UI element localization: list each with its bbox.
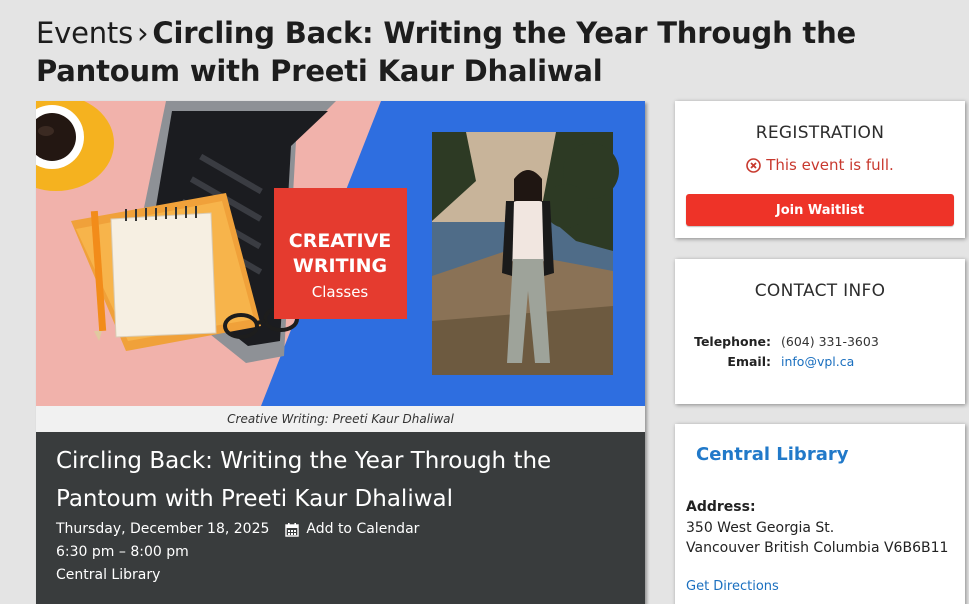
breadcrumb-separator: › (137, 16, 149, 50)
add-to-calendar-link[interactable]: Add to Calendar (285, 518, 419, 541)
telephone-value: (604) 331-3603 (781, 334, 879, 349)
event-full-status: This event is full. (675, 156, 965, 174)
hero-illustration: CREATIVE WRITING Classes (36, 101, 645, 406)
add-to-calendar-label: Add to Calendar (306, 521, 420, 537)
event-date-row: Thursday, December 18, 2025 Add to Calen… (56, 518, 625, 541)
event-time: 6:30 pm – 8:00 pm (56, 544, 189, 560)
registration-panel: REGISTRATION This event is full. Join Wa… (675, 101, 965, 238)
error-circle-icon (746, 157, 762, 173)
event-full-text: This event is full. (766, 156, 894, 174)
calendar-icon (285, 522, 300, 537)
breadcrumb-events[interactable]: Events (36, 16, 133, 50)
contact-info-panel: CONTACT INFO Telephone: (604) 331-3603 E… (675, 259, 965, 404)
event-heading: Circling Back: Writing the Year Through … (36, 16, 856, 88)
image-caption: Creative Writing: Preeti Kaur Dhaliwal (36, 406, 645, 432)
email-label: Email: (727, 354, 771, 369)
creative-writing-badge: CREATIVE WRITING Classes (274, 188, 407, 319)
badge-line2: WRITING (293, 255, 387, 277)
author-photo (432, 132, 619, 375)
registration-heading: REGISTRATION (755, 123, 885, 143)
email-link[interactable]: info@vpl.ca (781, 352, 854, 372)
telephone-label: Telephone: (694, 334, 771, 349)
page-title: Events › Circling Back: Writing the Year T… (36, 14, 961, 90)
get-directions-link[interactable]: Get Directions (686, 579, 779, 594)
join-waitlist-button[interactable]: Join Waitlist (686, 194, 954, 226)
event-title: Circling Back: Writing the Year Through … (56, 448, 552, 512)
branch-name-link[interactable]: Central Library (696, 444, 848, 465)
notepad-icon (110, 206, 217, 338)
branch-panel: Central Library Address: 350 West Georgi… (675, 424, 965, 604)
address-line2: Vancouver British Columbia V6B6B11 (686, 540, 949, 556)
event-date: Thursday, December 18, 2025 (56, 521, 270, 537)
event-info-panel: Circling Back: Writing the Year Through … (36, 432, 645, 604)
badge-line1: CREATIVE (289, 230, 392, 252)
event-location: Central Library (56, 567, 161, 583)
contact-heading: CONTACT INFO (754, 281, 886, 301)
badge-line3: Classes (312, 283, 369, 301)
event-card: CREATIVE WRITING Classes Creative Writin… (36, 101, 645, 604)
event-hero-image: CREATIVE WRITING Classes (36, 101, 645, 406)
address-label: Address: (686, 499, 756, 515)
address-line1: 350 West Georgia St. (686, 520, 835, 536)
